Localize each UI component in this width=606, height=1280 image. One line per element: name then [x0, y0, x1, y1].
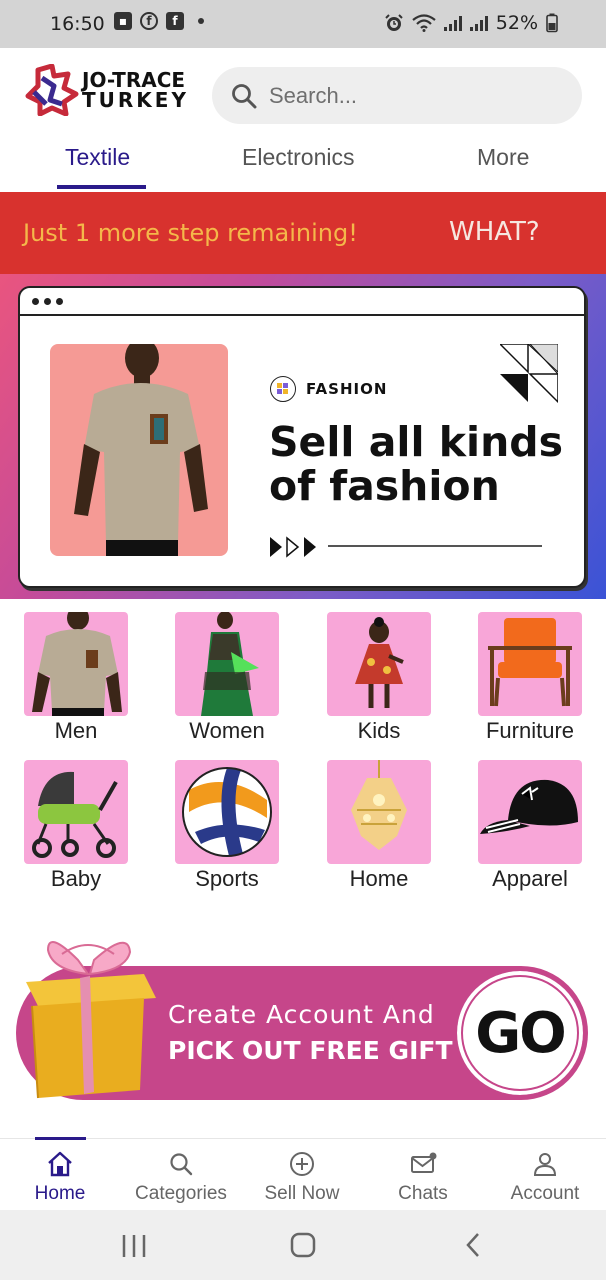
category-label: Baby — [50, 866, 102, 891]
category-label: Sports — [195, 866, 259, 891]
kid-dress-icon — [327, 612, 431, 716]
person-icon — [533, 1153, 557, 1176]
promo-bar[interactable]: Just 1 more step remaining! WHAT? — [0, 192, 606, 274]
search-icon — [170, 1153, 193, 1176]
hero-model-image — [50, 344, 228, 556]
plus-circle-icon — [290, 1152, 314, 1176]
nav-categories-label: Categories — [135, 1183, 227, 1204]
bottom-navigation: Home Categories Sell Now Chats Account — [0, 1137, 606, 1211]
dress-woman-icon — [175, 612, 279, 716]
promo-what-button[interactable]: WHAT? — [449, 217, 540, 247]
tab-electronics[interactable]: Electronics — [242, 144, 354, 171]
geometric-decoration-icon — [500, 344, 558, 404]
hero-banner[interactable]: FASHION Sell all kinds of fashion — [0, 274, 606, 599]
nav-sell-now-label: Sell Now — [264, 1183, 340, 1204]
facebook-notification-icon: f — [166, 12, 184, 30]
gift-line-1: Create Account And — [168, 1000, 435, 1029]
nav-account[interactable]: Account — [490, 1139, 600, 1211]
status-bar: 16:50 ▪ f f 52% — [0, 0, 606, 48]
browser-top-bar — [20, 288, 584, 316]
nav-categories[interactable]: Categories — [126, 1139, 236, 1211]
category-label: Kids — [357, 718, 401, 743]
nav-chats-label: Chats — [398, 1183, 448, 1204]
battery-icon — [546, 13, 558, 33]
category-label: Apparel — [492, 866, 568, 891]
category-kids[interactable]: Kids — [327, 612, 431, 744]
more-notifications-icon — [198, 18, 204, 24]
fashion-tag: FASHION — [270, 376, 387, 402]
volleyball-icon — [175, 760, 279, 864]
home-button-icon[interactable] — [290, 1232, 316, 1258]
category-furniture[interactable]: Furniture — [478, 612, 582, 744]
armchair-icon — [478, 612, 582, 716]
gallery-notification-icon: ▪ — [114, 12, 132, 30]
category-women[interactable]: Women — [175, 612, 279, 744]
category-label: Home — [349, 866, 409, 891]
battery-percent: 52% — [495, 12, 538, 34]
logo-line-2: TURKEY — [82, 88, 189, 112]
category-sports[interactable]: Sports — [175, 760, 279, 892]
hero-browser-frame: FASHION Sell all kinds of fashion — [18, 286, 586, 588]
category-label: Men — [54, 718, 98, 743]
messenger-notification-icon: f — [140, 12, 158, 30]
search-input[interactable] — [269, 67, 559, 124]
window-dot-icon — [56, 298, 63, 305]
hero-divider — [328, 545, 542, 547]
back-icon[interactable] — [465, 1232, 481, 1258]
category-tabs: Textile Electronics More — [0, 138, 606, 192]
nav-home-label: Home — [34, 1183, 86, 1204]
recent-apps-icon[interactable] — [121, 1234, 147, 1258]
window-dot-icon — [32, 298, 39, 305]
signal-icon-2 — [469, 15, 488, 31]
free-gift-banner[interactable]: Create Account And PICK OUT FREE GIFT GO — [14, 930, 594, 1105]
search-bar[interactable] — [212, 67, 582, 124]
category-men[interactable]: Men — [24, 612, 128, 744]
tab-textile[interactable]: Textile — [65, 144, 130, 171]
system-status-icons: 52% — [384, 12, 558, 34]
system-navigation-bar — [0, 1210, 606, 1280]
category-apparel[interactable]: Apparel — [478, 760, 582, 892]
nav-chats[interactable]: Chats — [368, 1139, 478, 1211]
gift-box-icon — [26, 941, 156, 1099]
logo-text: JO-TRACE TURKEY — [82, 70, 189, 110]
play-arrows-icon — [270, 536, 316, 558]
tshirt-man-icon — [24, 612, 128, 716]
alarm-icon — [385, 14, 403, 31]
search-icon — [232, 84, 257, 109]
hero-title: Sell all kinds of fashion — [269, 418, 564, 510]
nav-account-label: Account — [510, 1183, 580, 1204]
category-home[interactable]: Home — [327, 760, 431, 892]
fashion-logo-icon — [270, 376, 296, 402]
jo-trace-logo[interactable]: JO-TRACE TURKEY — [24, 64, 199, 116]
category-label: Furniture — [485, 718, 575, 743]
go-button[interactable]: GO — [454, 968, 586, 1098]
wifi-icon — [412, 14, 436, 32]
home-icon — [48, 1151, 72, 1177]
cap-icon — [478, 760, 582, 864]
promo-text: Just 1 more step remaining! — [23, 219, 358, 247]
nav-home[interactable]: Home — [5, 1139, 115, 1211]
notification-icons: ▪ f f — [114, 12, 204, 30]
go-button-label: GO — [475, 1000, 567, 1066]
nav-sell-now[interactable]: Sell Now — [247, 1139, 357, 1211]
stroller-icon — [24, 760, 128, 864]
window-dot-icon — [44, 298, 51, 305]
signal-icon-1 — [443, 15, 462, 31]
tab-indicator — [57, 185, 146, 189]
fashion-tag-label: FASHION — [306, 380, 388, 398]
logo-line-1: JO-TRACE — [82, 68, 186, 92]
category-label: Women — [189, 718, 265, 743]
mail-icon — [411, 1152, 437, 1173]
tab-more[interactable]: More — [477, 144, 529, 171]
category-baby[interactable]: Baby — [24, 760, 128, 892]
status-time: 16:50 — [50, 13, 105, 35]
gift-line-2: PICK OUT FREE GIFT — [168, 1036, 453, 1065]
chandelier-icon — [327, 760, 431, 864]
logo-mark-icon — [25, 64, 79, 116]
